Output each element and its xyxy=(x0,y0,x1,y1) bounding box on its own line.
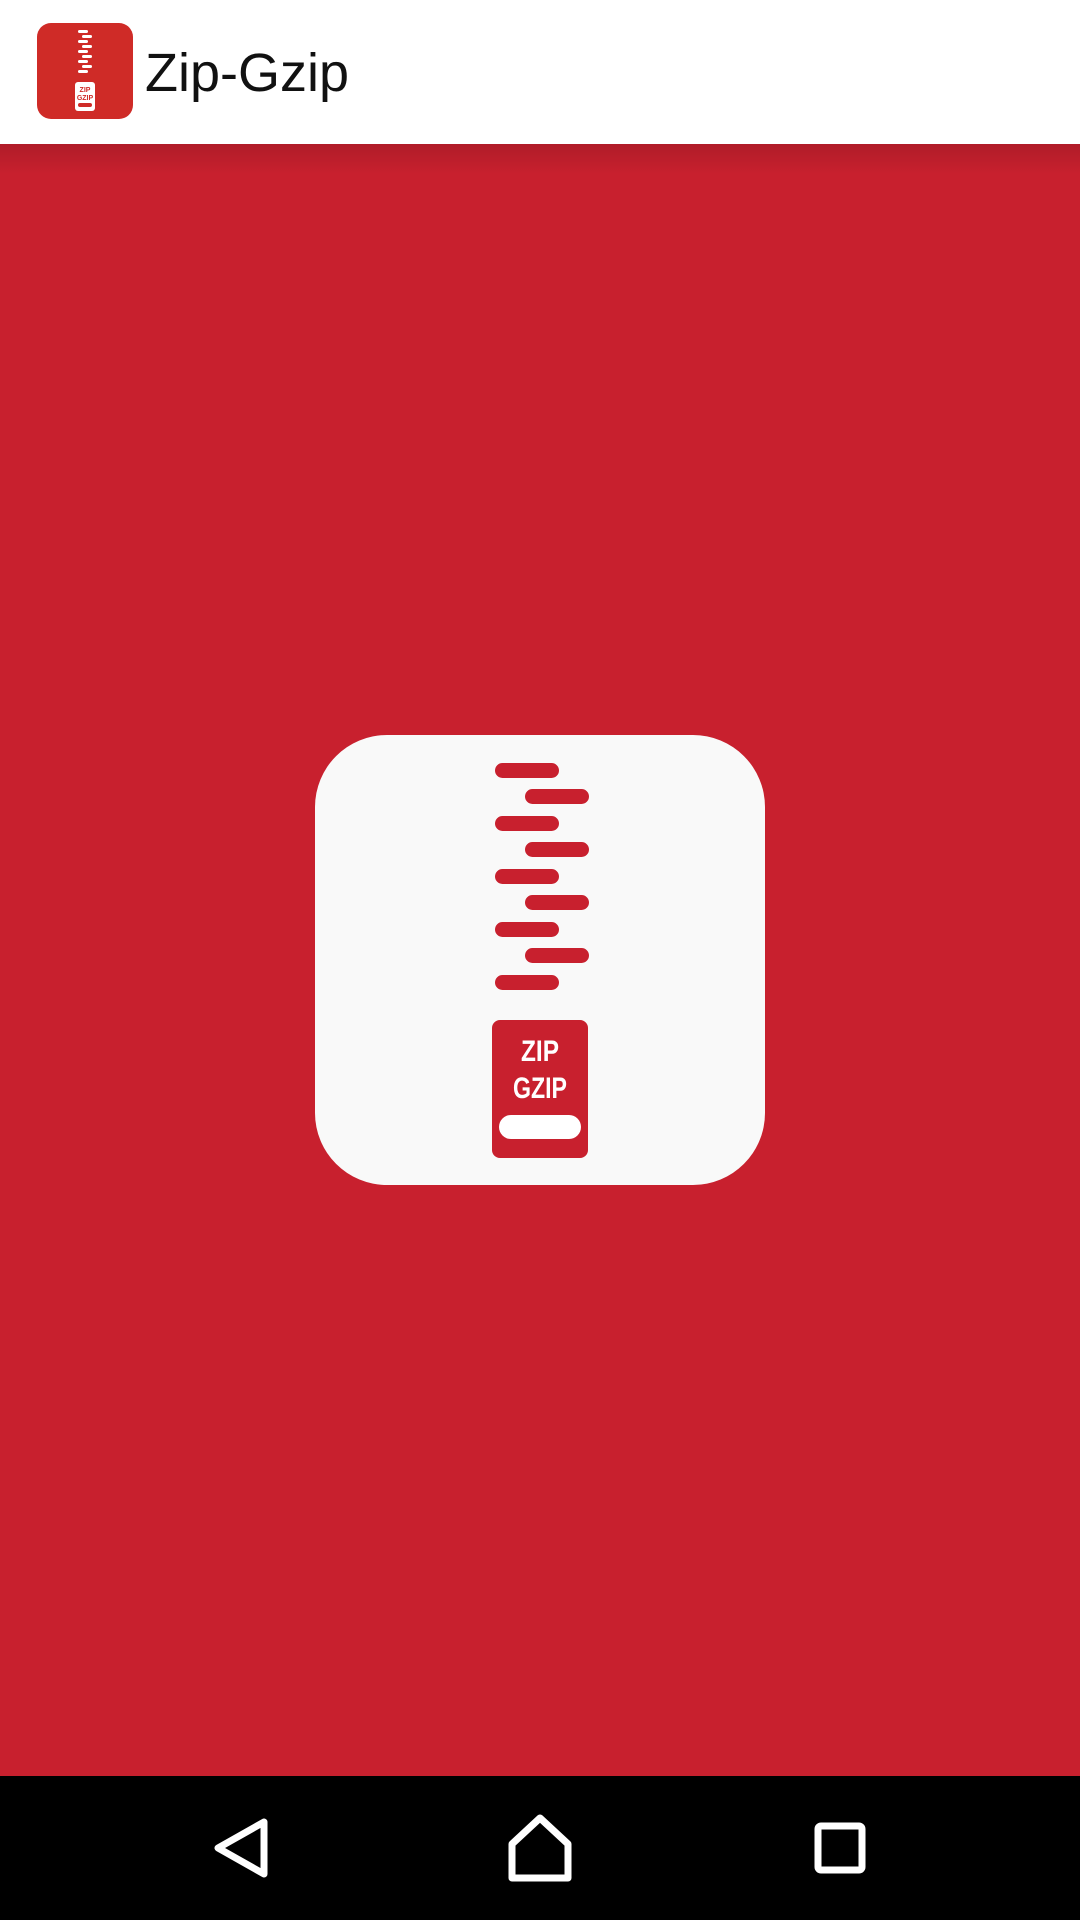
zip-gzip-app-icon: ZIP GZIP xyxy=(37,23,133,119)
splash-screen: ZIP GZIP xyxy=(0,144,1080,1776)
zipper-tooth xyxy=(495,763,559,778)
zipper-tooth xyxy=(525,948,589,963)
zipper-tooth xyxy=(495,816,559,831)
zipper-tooth xyxy=(495,869,559,884)
svg-text:ZIP: ZIP xyxy=(80,87,91,94)
zipper-tooth xyxy=(525,895,589,910)
home-icon xyxy=(508,1814,572,1882)
zipper-tooth xyxy=(495,922,559,937)
home-button[interactable] xyxy=(490,1798,590,1898)
svg-text:GZIP: GZIP xyxy=(77,95,94,102)
zip-gzip-logo-icon: ZIP GZIP xyxy=(315,735,765,1185)
logo-text-zip: ZIP xyxy=(521,1035,559,1068)
zipper-tooth xyxy=(525,842,589,857)
zipper-tooth xyxy=(495,975,559,990)
navigation-bar xyxy=(0,1776,1080,1920)
back-icon xyxy=(214,1818,268,1878)
zipper-tooth xyxy=(525,789,589,804)
zipper-slider-hole xyxy=(499,1115,581,1139)
logo-text-gzip: GZIP xyxy=(513,1072,567,1105)
app-bar-shadow xyxy=(0,144,1080,174)
back-button[interactable] xyxy=(192,1798,292,1898)
recents-button[interactable] xyxy=(790,1798,890,1898)
app-title: Zip-Gzip xyxy=(145,43,350,103)
app-bar: ZIP GZIP Zip-Gzip xyxy=(0,0,1080,144)
recents-icon xyxy=(814,1822,866,1874)
